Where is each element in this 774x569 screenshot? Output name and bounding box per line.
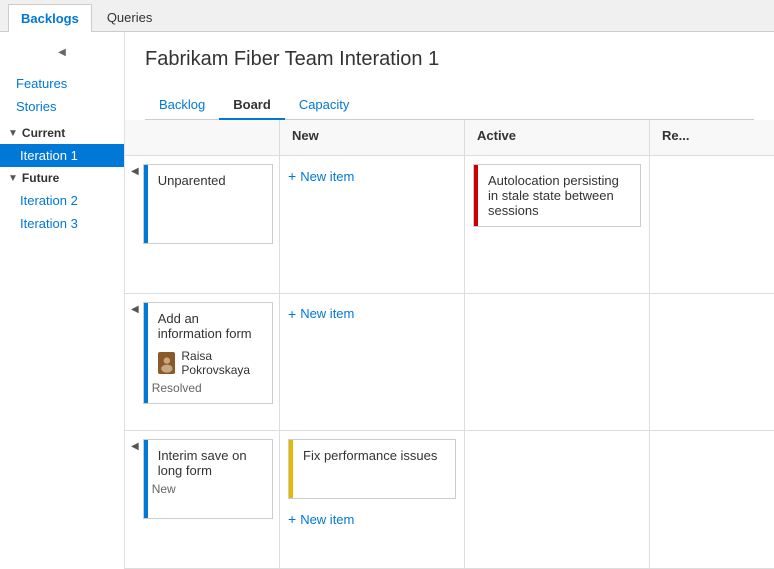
new-item-button-2[interactable]: + New item [288,302,456,326]
cell-interim-active [465,431,650,568]
row-label-header [125,120,279,156]
top-tabs: Backlogs Queries [0,0,774,32]
sidebar-item-iteration-2[interactable]: Iteration 2 [0,189,124,212]
card-performance[interactable]: Fix performance issues [288,439,456,499]
sidebar-toggle[interactable]: ◀ [52,40,72,64]
row-label-add-info: ◀ Add an information form Raisa Pokrovsk… [125,294,279,432]
plus-icon-1: + [288,168,296,184]
interim-label: Interim save on long form [152,448,264,478]
collapse-icon-3[interactable]: ◀ [131,441,139,452]
sidebar-item-features[interactable]: Features [0,72,124,95]
col-header-active: Active [465,120,650,155]
col-header-resolved: Re... [650,120,774,155]
avatar-raisa [158,352,176,374]
chevron-down-icon-2: ▼ [8,173,18,184]
column-headers: New Active Re... [280,120,774,156]
add-info-status: Resolved [152,381,264,395]
card-bar-red [474,165,478,226]
collapse-icon-1[interactable]: ◀ [131,166,139,177]
add-info-label: Add an information form [152,311,264,341]
sidebar-links: Features Stories [0,68,124,122]
tab-backlog[interactable]: Backlog [145,91,219,120]
cell-unparented-active: Autolocation persisting in stale state b… [465,156,650,293]
cell-unparented-new: + New item [280,156,465,293]
board-columns: New Active Re... + New item [280,120,774,569]
sidebar: ◀ Features Stories ▼ Current Iteration 1… [0,32,125,569]
bar-interim [144,440,148,518]
unparented-label: Unparented [152,173,264,188]
plus-icon-3: + [288,511,296,527]
sidebar-section-future-label: Future [22,171,59,185]
sidebar-item-stories[interactable]: Stories [0,95,124,118]
row-card-unparented: Unparented [143,164,273,244]
row-labels: ◀ Unparented ◀ Add an information form [125,120,280,569]
sidebar-section-future[interactable]: ▼ Future [0,167,124,189]
board-area: ◀ Unparented ◀ Add an information form [125,120,774,569]
new-item-label-3: New item [300,512,354,527]
card-performance-text: Fix performance issues [297,448,447,463]
plus-icon-2: + [288,306,296,322]
cell-add-info-active [465,294,650,431]
sidebar-section-current-label: Current [22,126,65,140]
sidebar-item-iteration-3[interactable]: Iteration 3 [0,212,124,235]
board-row-add-info: + New item [280,294,774,432]
content-area: Fabrikam Fiber Team Interation 1 Backlog… [125,32,774,569]
bar-add-info [144,303,148,403]
new-item-button-1[interactable]: + New item [288,164,456,188]
assignee-row: Raisa Pokrovskaya [152,349,264,377]
tab-capacity[interactable]: Capacity [285,91,364,120]
assignee-name: Raisa Pokrovskaya [181,349,264,377]
new-item-label-2: New item [300,306,354,321]
cell-unparented-resolved [650,156,774,293]
tab-backlogs[interactable]: Backlogs [8,4,92,32]
card-autolocation[interactable]: Autolocation persisting in stale state b… [473,164,641,227]
board-rows: + New item Autolocation persisting in st… [280,156,774,569]
card-autolocation-text: Autolocation persisting in stale state b… [482,173,632,218]
cell-interim-resolved [650,431,774,568]
bar-unparented [144,165,148,243]
cell-add-info-new: + New item [280,294,465,431]
page-title: Fabrikam Fiber Team Interation 1 [145,48,754,71]
row-card-add-info: Add an information form Raisa Pokrovskay… [143,302,273,404]
cell-interim-new: Fix performance issues + New item [280,431,465,568]
card-bar-yellow [289,440,293,498]
interim-status: New [152,482,264,496]
sub-tabs: Backlog Board Capacity [145,91,754,120]
tab-queries[interactable]: Queries [94,3,166,31]
chevron-down-icon: ▼ [8,128,18,139]
sidebar-item-iteration-1[interactable]: Iteration 1 [0,144,124,167]
cell-add-info-resolved [650,294,774,431]
new-item-label-1: New item [300,169,354,184]
sidebar-section-current[interactable]: ▼ Current [0,122,124,144]
row-label-unparented: ◀ Unparented [125,156,279,294]
row-card-interim: Interim save on long form New [143,439,273,519]
main-layout: ◀ Features Stories ▼ Current Iteration 1… [0,32,774,569]
board-row-unparented: + New item Autolocation persisting in st… [280,156,774,294]
row-label-interim: ◀ Interim save on long form New [125,431,279,569]
board-row-interim: Fix performance issues + New item [280,431,774,569]
tab-board[interactable]: Board [219,91,285,120]
col-header-new: New [280,120,465,155]
new-item-button-3[interactable]: + New item [288,507,456,531]
collapse-icon-2[interactable]: ◀ [131,304,139,315]
page-header: Fabrikam Fiber Team Interation 1 [125,32,774,91]
